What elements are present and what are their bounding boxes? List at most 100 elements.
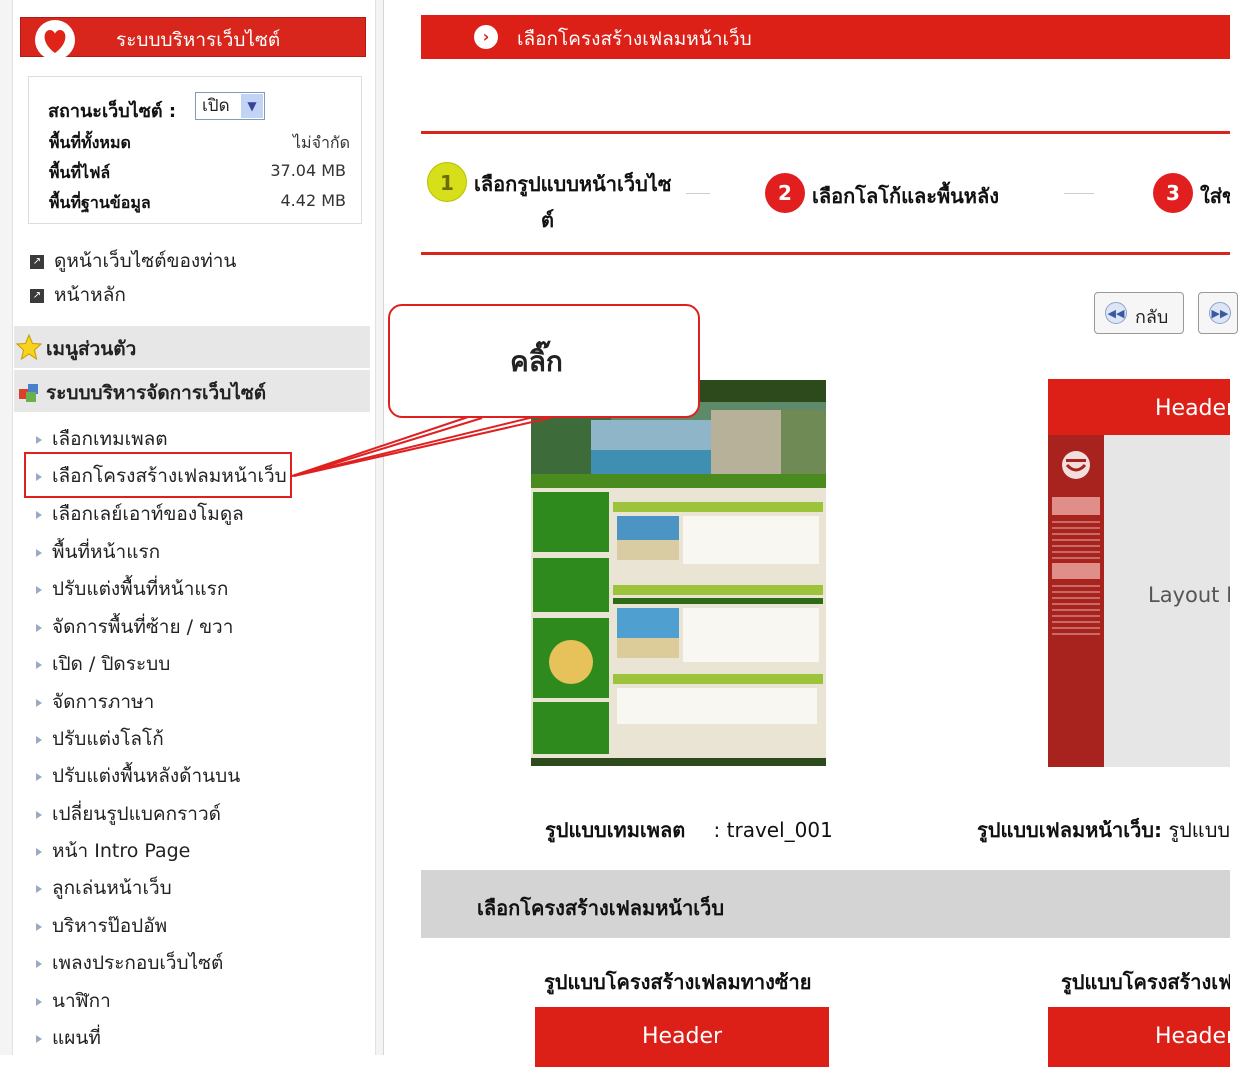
main-header: › เลือกโครงสร้างเฟลมหน้าเว็บ: [421, 15, 1230, 59]
bullet-arrow-icon: [36, 810, 42, 819]
sidebar-menu-label: ปรับแต่งโลโก้: [52, 728, 164, 750]
file-space-label: พื้นที่ไฟล์: [49, 163, 111, 182]
step-1-label-cont: ต์: [541, 208, 554, 232]
bullet-arrow-icon: [36, 997, 42, 1006]
section-personal-menu-label: เมนูส่วนตัว: [46, 338, 137, 360]
layout-preview-body-label: Layout M: [1148, 583, 1230, 607]
bullet-arrow-icon: [36, 847, 42, 856]
layout-caption-value: รูปแบบโ: [1168, 818, 1230, 842]
sidebar-menu-item[interactable]: ปรับแต่งพื้นหลังด้านบน: [36, 761, 240, 791]
sidebar-header: ระบบบริหารเว็บไซต์: [20, 17, 366, 60]
step-2-label: เลือกโลโก้และพื้นหลัง: [812, 184, 1000, 208]
fast-forward-icon: ▶▶: [1209, 302, 1231, 324]
site-status-select[interactable]: เปิด ▼: [195, 92, 265, 120]
layout-preview-image[interactable]: Header Layout M: [1048, 379, 1230, 767]
smiley-logo-icon: [1062, 451, 1090, 479]
sidebar-menu-item[interactable]: เปลี่ยนรูปแบคกราวด์: [36, 799, 221, 829]
total-space-value: ไม่จำกัด: [292, 133, 350, 152]
bullet-arrow-icon: [36, 884, 42, 893]
sidebar-menu-item[interactable]: เพลงประกอบเว็บไซต์: [36, 948, 223, 978]
sidebar-menu-label: พื้นที่หน้าแรก: [52, 541, 161, 563]
sidebar-menu-label: แผนที่: [52, 1027, 101, 1049]
sidebar-menu-label: เปลี่ยนรูปแบคกราวด์: [52, 803, 221, 825]
total-space-label: พื้นที่ทั้งหมด: [49, 133, 131, 152]
external-link-icon: ↗: [30, 254, 44, 269]
sidebar-menu-label: ปรับแต่งพื้นหลังด้านบน: [52, 765, 241, 787]
bullet-arrow-icon: [36, 959, 42, 968]
sidebar-menu-label: ปรับแต่งพื้นที่หน้าแรก: [52, 578, 229, 600]
bullet-arrow-icon: [36, 548, 42, 557]
sidebar-menu-item[interactable]: นาฬิกา: [36, 986, 111, 1016]
highlight-box: [24, 452, 292, 498]
section-site-management-label: ระบบบริหารจัดการเว็บไซต์: [46, 382, 267, 404]
db-space-label: พื้นที่ฐานข้อมูล: [49, 193, 151, 212]
sidebar-menu-label: เพลงประกอบเว็บไซต์: [52, 952, 224, 974]
sidebar-menu-label: เปิด / ปิดระบบ: [52, 653, 171, 675]
sidebar-title: ระบบบริหารเว็บไซต์: [116, 29, 281, 51]
sidebar-menu-item[interactable]: ปรับแต่งโลโก้: [36, 724, 164, 754]
sidebar-menu-label: บริหารป๊อปอัพ: [52, 915, 168, 937]
sidebar-menu-item[interactable]: หน้า Intro Page: [36, 836, 190, 866]
steps-bottom-divider: [421, 252, 1230, 255]
sidebar-menu-item[interactable]: เปิด / ปิดระบบ: [36, 649, 170, 679]
option-right-header[interactable]: Header: [1048, 1007, 1230, 1067]
arrow-right-circle-icon: ›: [474, 25, 498, 49]
chevron-down-icon[interactable]: ▼: [241, 94, 263, 118]
sidebar-menu-label: หน้า Intro Page: [52, 840, 191, 862]
option-left-caption: รูปแบบโครงสร้างเฟลมทางซ้าย: [544, 970, 812, 994]
sidebar-menu-label: เลือกเลย์เอาท์ของโมดูล: [52, 503, 244, 525]
sidebar-menu-label: นาฬิกา: [52, 990, 111, 1012]
sidebar-menu-item[interactable]: เลือกเลย์เอาท์ของโมดูล: [36, 499, 244, 529]
layout-caption-label: รูปแบบเฟลมหน้าเว็บ:: [977, 818, 1162, 842]
home-link[interactable]: ↗ หน้าหลัก: [30, 280, 126, 310]
site-status-label: สถานะเว็บไซต์ :: [48, 101, 177, 122]
site-status-value: เปิด: [202, 96, 230, 116]
option-right-caption: รูปแบบโครงสร้างเฟ: [1061, 970, 1230, 994]
sidebar-menu-item[interactable]: เลือกเทมเพลต: [36, 424, 168, 454]
bullet-arrow-icon: [36, 510, 42, 519]
sidebar-menu-item[interactable]: ลูกเล่นหน้าเว็บ: [36, 873, 172, 903]
main-header-title: เลือกโครงสร้างเฟลมหน้าเว็บ: [517, 28, 752, 50]
steps-top-divider: [421, 131, 1230, 134]
external-link-icon: ↗: [30, 288, 44, 303]
step-connector: [686, 193, 710, 194]
bullet-arrow-icon: [36, 698, 42, 707]
section-site-management[interactable]: ระบบบริหารจัดการเว็บไซต์: [14, 370, 370, 412]
sidebar-menu-item[interactable]: จัดการพื้นที่ซ้าย / ขวา: [36, 612, 233, 642]
star-icon: [16, 334, 42, 360]
sidebar-menu-item[interactable]: บริหารป๊อปอัพ: [36, 911, 167, 941]
step-3-badge: 3: [1153, 173, 1193, 213]
bullet-arrow-icon: [36, 772, 42, 781]
sidebar-menu-item[interactable]: จัดการภาษา: [36, 687, 154, 717]
sidebar-menu-label: จัดการพื้นที่ซ้าย / ขวา: [52, 616, 234, 638]
bullet-arrow-icon: [36, 735, 42, 744]
step-1-label: เลือกรูปแบบหน้าเว็บไซ: [474, 172, 672, 196]
bullet-arrow-icon: [36, 1034, 42, 1043]
layout-preview-sidebar: [1048, 435, 1104, 767]
sidebar-menu-label: เลือกเทมเพลต: [52, 428, 168, 450]
next-button[interactable]: ▶▶: [1198, 292, 1238, 334]
bullet-arrow-icon: [36, 660, 42, 669]
sidebar-menu-item[interactable]: แผนที่: [36, 1023, 101, 1053]
db-space-value: 4.42 MB: [280, 191, 347, 210]
bullet-arrow-icon: [36, 922, 42, 931]
view-website-link[interactable]: ↗ ดูหน้าเว็บไซต์ของท่าน: [30, 246, 236, 276]
back-button[interactable]: ◀◀ กลับ: [1094, 292, 1184, 334]
heart-logo-icon: [35, 20, 75, 60]
back-button-label: กลับ: [1135, 307, 1169, 328]
template-caption-value: : travel_001: [713, 818, 833, 842]
template-caption: รูปแบบเทมเพลต : travel_001: [545, 814, 833, 846]
section-title: เลือกโครงสร้างเฟลมหน้าเว็บ: [477, 896, 725, 920]
sidebar-menu-item[interactable]: พื้นที่หน้าแรก: [36, 537, 160, 567]
step-1-badge: 1: [427, 162, 467, 202]
option-left-header[interactable]: Header: [535, 1007, 829, 1067]
callout-text: คลิ๊ก: [510, 345, 563, 378]
home-label: หน้าหลัก: [54, 284, 126, 306]
view-website-label: ดูหน้าเว็บไซต์ของท่าน: [54, 250, 237, 272]
file-space-value: 37.04 MB: [270, 161, 346, 180]
sidebar-menu-label: ลูกเล่นหน้าเว็บ: [52, 877, 172, 899]
section-personal-menu[interactable]: เมนูส่วนตัว: [14, 326, 370, 368]
template-caption-label: รูปแบบเทมเพลต: [545, 818, 686, 842]
layout-caption: รูปแบบเฟลมหน้าเว็บ: รูปแบบโ: [977, 814, 1230, 846]
sidebar-menu-item[interactable]: ปรับแต่งพื้นที่หน้าแรก: [36, 574, 228, 604]
